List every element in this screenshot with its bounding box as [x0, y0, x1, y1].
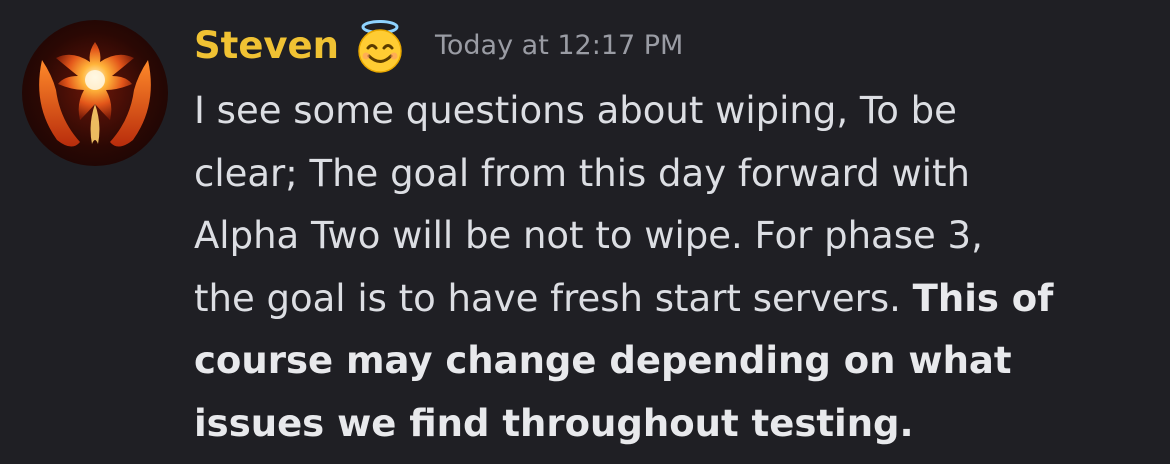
bold-message-line: issues we find throughout testing.	[194, 401, 914, 445]
message-text: the goal is to have fresh start servers.	[194, 276, 901, 320]
message-line: I see some questions about wiping, To be	[194, 89, 957, 132]
message-line: the goal is to have fresh start servers.…	[194, 268, 1154, 331]
phoenix-avatar-icon	[39, 42, 151, 147]
halo-smiling-face-icon	[351, 18, 409, 74]
message-timestamp[interactable]: Today at 12:17 PM	[435, 18, 683, 74]
avatar[interactable]	[22, 20, 168, 166]
message-header: Steven Today at 12:17 PM	[194, 18, 683, 74]
bold-text: This of	[912, 276, 1054, 320]
message-line: Alpha Two will be not to wipe. For phase…	[194, 214, 983, 257]
bold-message-line: course may change depending on what	[194, 339, 1012, 382]
author-name[interactable]: Steven	[194, 18, 339, 74]
message-content: I see some questions about wiping, To be…	[194, 80, 1154, 455]
message-line: clear; The goal from this day forward wi…	[194, 151, 970, 195]
chat-message: Steven Today at 12:17 PM I see some ques…	[0, 0, 1170, 464]
